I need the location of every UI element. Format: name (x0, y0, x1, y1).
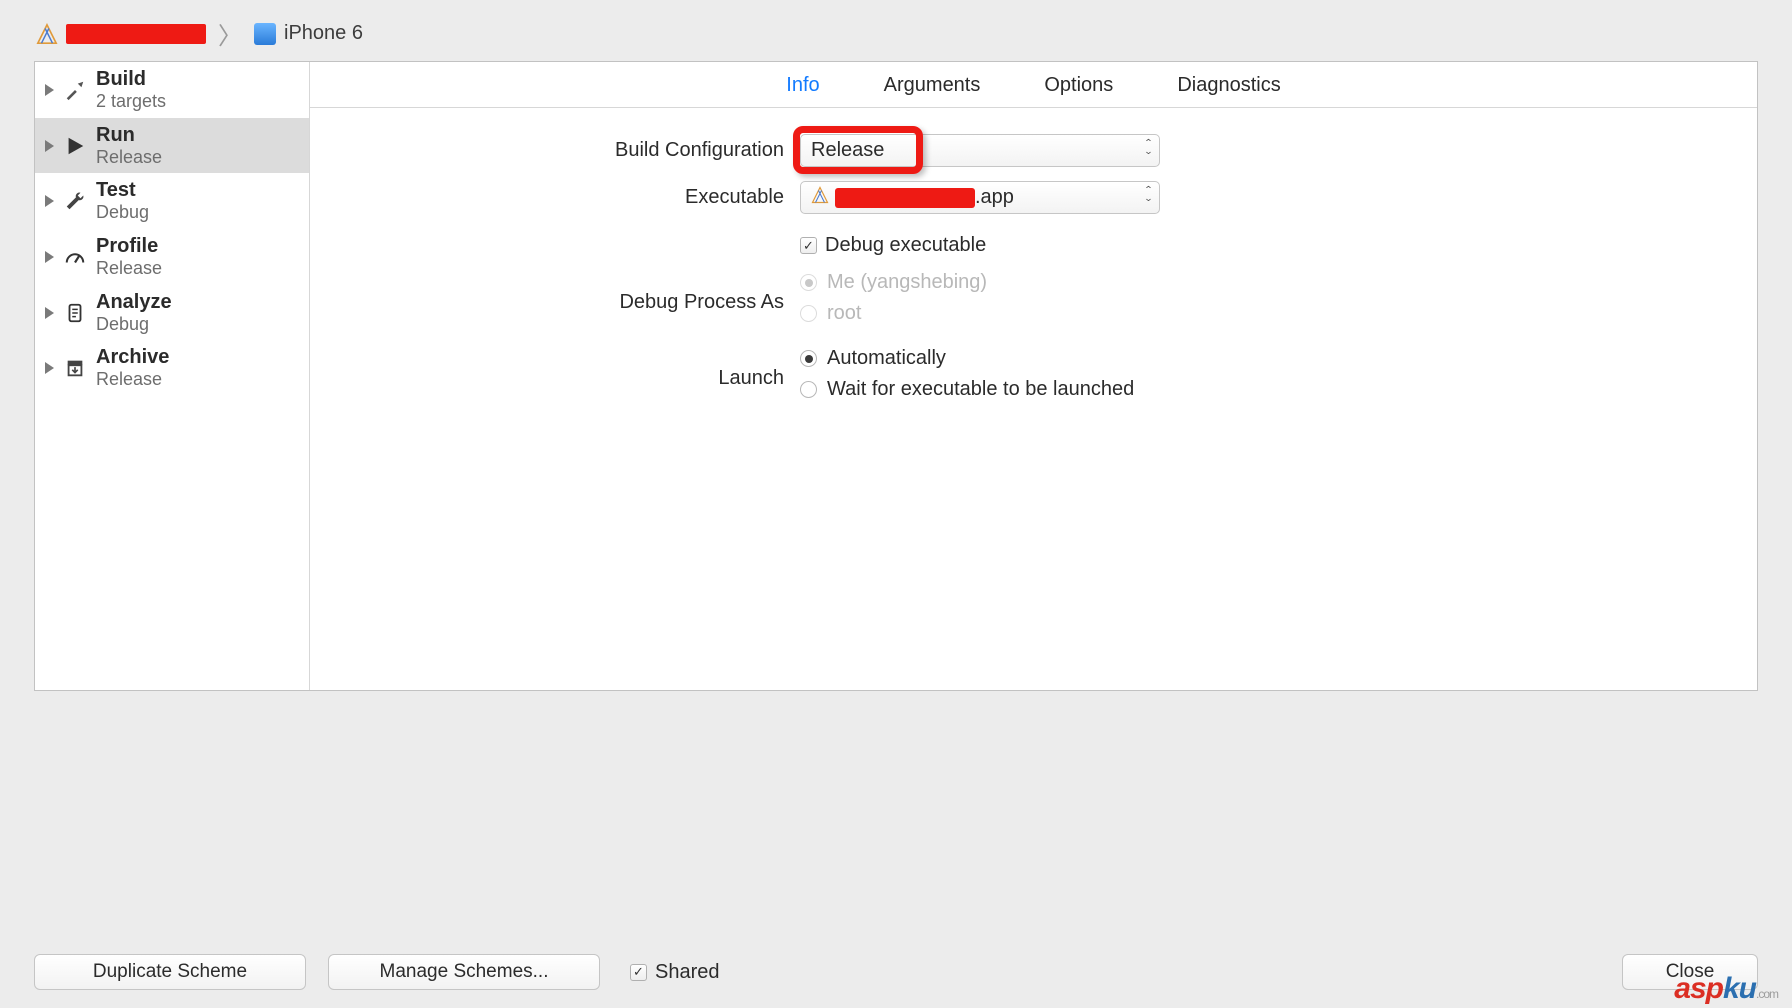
hammer-icon (62, 77, 88, 103)
breadcrumb-device[interactable]: iPhone 6 (284, 22, 363, 45)
sidebar-item-subtitle: Debug (96, 202, 149, 223)
app-icon (811, 186, 829, 210)
debug-executable-label: Debug executable (825, 234, 986, 257)
sidebar-item-subtitle: Debug (96, 314, 172, 335)
launch-label: Launch (350, 367, 800, 390)
sidebar-item-title: Profile (96, 235, 162, 258)
sidebar-item-subtitle: Release (96, 369, 169, 390)
disclosure-triangle-icon[interactable] (45, 251, 54, 263)
watermark: aspku.com (1674, 972, 1778, 1006)
tab-arguments[interactable]: Arguments (884, 74, 981, 97)
sidebar-item-test[interactable]: Test Debug (35, 173, 309, 229)
sidebar-item-title: Archive (96, 346, 169, 369)
redacted-executable-name (835, 188, 975, 208)
scheme-sidebar: Build 2 targets Run Release Test Debug (35, 62, 310, 690)
sidebar-item-subtitle: 2 targets (96, 91, 166, 112)
breadcrumb-separator-icon: 〉 (218, 16, 242, 51)
stepper-icon (1144, 138, 1153, 160)
watermark-asp: asp (1674, 972, 1723, 1005)
sidebar-item-subtitle: Release (96, 147, 162, 168)
shared-checkbox[interactable] (630, 964, 647, 981)
scheme-content: Info Arguments Options Diagnostics Build… (310, 62, 1757, 690)
device-icon (254, 23, 276, 45)
sidebar-item-title: Test (96, 179, 149, 202)
info-form: Build Configuration Release Executable (310, 108, 1757, 449)
tab-info[interactable]: Info (786, 74, 819, 97)
sidebar-item-title: Build (96, 68, 166, 91)
executable-suffix: .app (975, 186, 1014, 209)
executable-label: Executable (350, 186, 800, 209)
watermark-ku: ku (1723, 972, 1756, 1005)
play-icon (62, 133, 88, 159)
shared-label: Shared (655, 961, 720, 984)
disclosure-triangle-icon[interactable] (45, 362, 54, 374)
tab-options[interactable]: Options (1044, 74, 1113, 97)
launch-wait-label: Wait for executable to be launched (827, 378, 1134, 401)
debug-as-me-radio (800, 274, 817, 291)
scheme-editor-panel: Build 2 targets Run Release Test Debug (34, 61, 1758, 691)
sidebar-item-build[interactable]: Build 2 targets (35, 62, 309, 118)
sidebar-item-analyze[interactable]: Analyze Debug (35, 285, 309, 341)
build-config-value: Release (811, 139, 884, 162)
archive-icon (62, 355, 88, 381)
debug-as-root-label: root (827, 302, 861, 325)
executable-popup[interactable]: .app (800, 181, 1160, 214)
sidebar-item-archive[interactable]: Archive Release (35, 340, 309, 396)
gauge-icon (62, 244, 88, 270)
sidebar-item-profile[interactable]: Profile Release (35, 229, 309, 285)
bottom-bar: Duplicate Scheme Manage Schemes... Share… (0, 954, 1792, 990)
sidebar-item-title: Run (96, 124, 162, 147)
build-config-label: Build Configuration (350, 139, 800, 162)
launch-auto-label: Automatically (827, 347, 946, 370)
disclosure-triangle-icon[interactable] (45, 307, 54, 319)
disclosure-triangle-icon[interactable] (45, 195, 54, 207)
launch-wait-radio[interactable] (800, 381, 817, 398)
analyze-icon (62, 300, 88, 326)
disclosure-triangle-icon[interactable] (45, 84, 54, 96)
duplicate-scheme-button[interactable]: Duplicate Scheme (34, 954, 306, 990)
breadcrumb: 〉 iPhone 6 (0, 0, 1792, 61)
tab-diagnostics[interactable]: Diagnostics (1177, 74, 1280, 97)
wrench-icon (62, 188, 88, 214)
manage-schemes-button[interactable]: Manage Schemes... (328, 954, 600, 990)
redacted-project-name (66, 24, 206, 44)
debug-process-as-label: Debug Process As (350, 291, 800, 314)
watermark-com: .com (1756, 987, 1778, 1001)
tab-bar: Info Arguments Options Diagnostics (310, 62, 1757, 108)
debug-as-me-label: Me (yangshebing) (827, 271, 987, 294)
stepper-icon (1144, 185, 1153, 207)
build-config-popup[interactable]: Release (800, 134, 1160, 167)
sidebar-item-subtitle: Release (96, 258, 162, 279)
sidebar-item-title: Analyze (96, 291, 172, 314)
debug-executable-checkbox[interactable] (800, 237, 817, 254)
launch-auto-radio[interactable] (800, 350, 817, 367)
debug-as-root-radio (800, 305, 817, 322)
disclosure-triangle-icon[interactable] (45, 140, 54, 152)
app-icon (36, 23, 58, 45)
sidebar-item-run[interactable]: Run Release (35, 118, 309, 174)
